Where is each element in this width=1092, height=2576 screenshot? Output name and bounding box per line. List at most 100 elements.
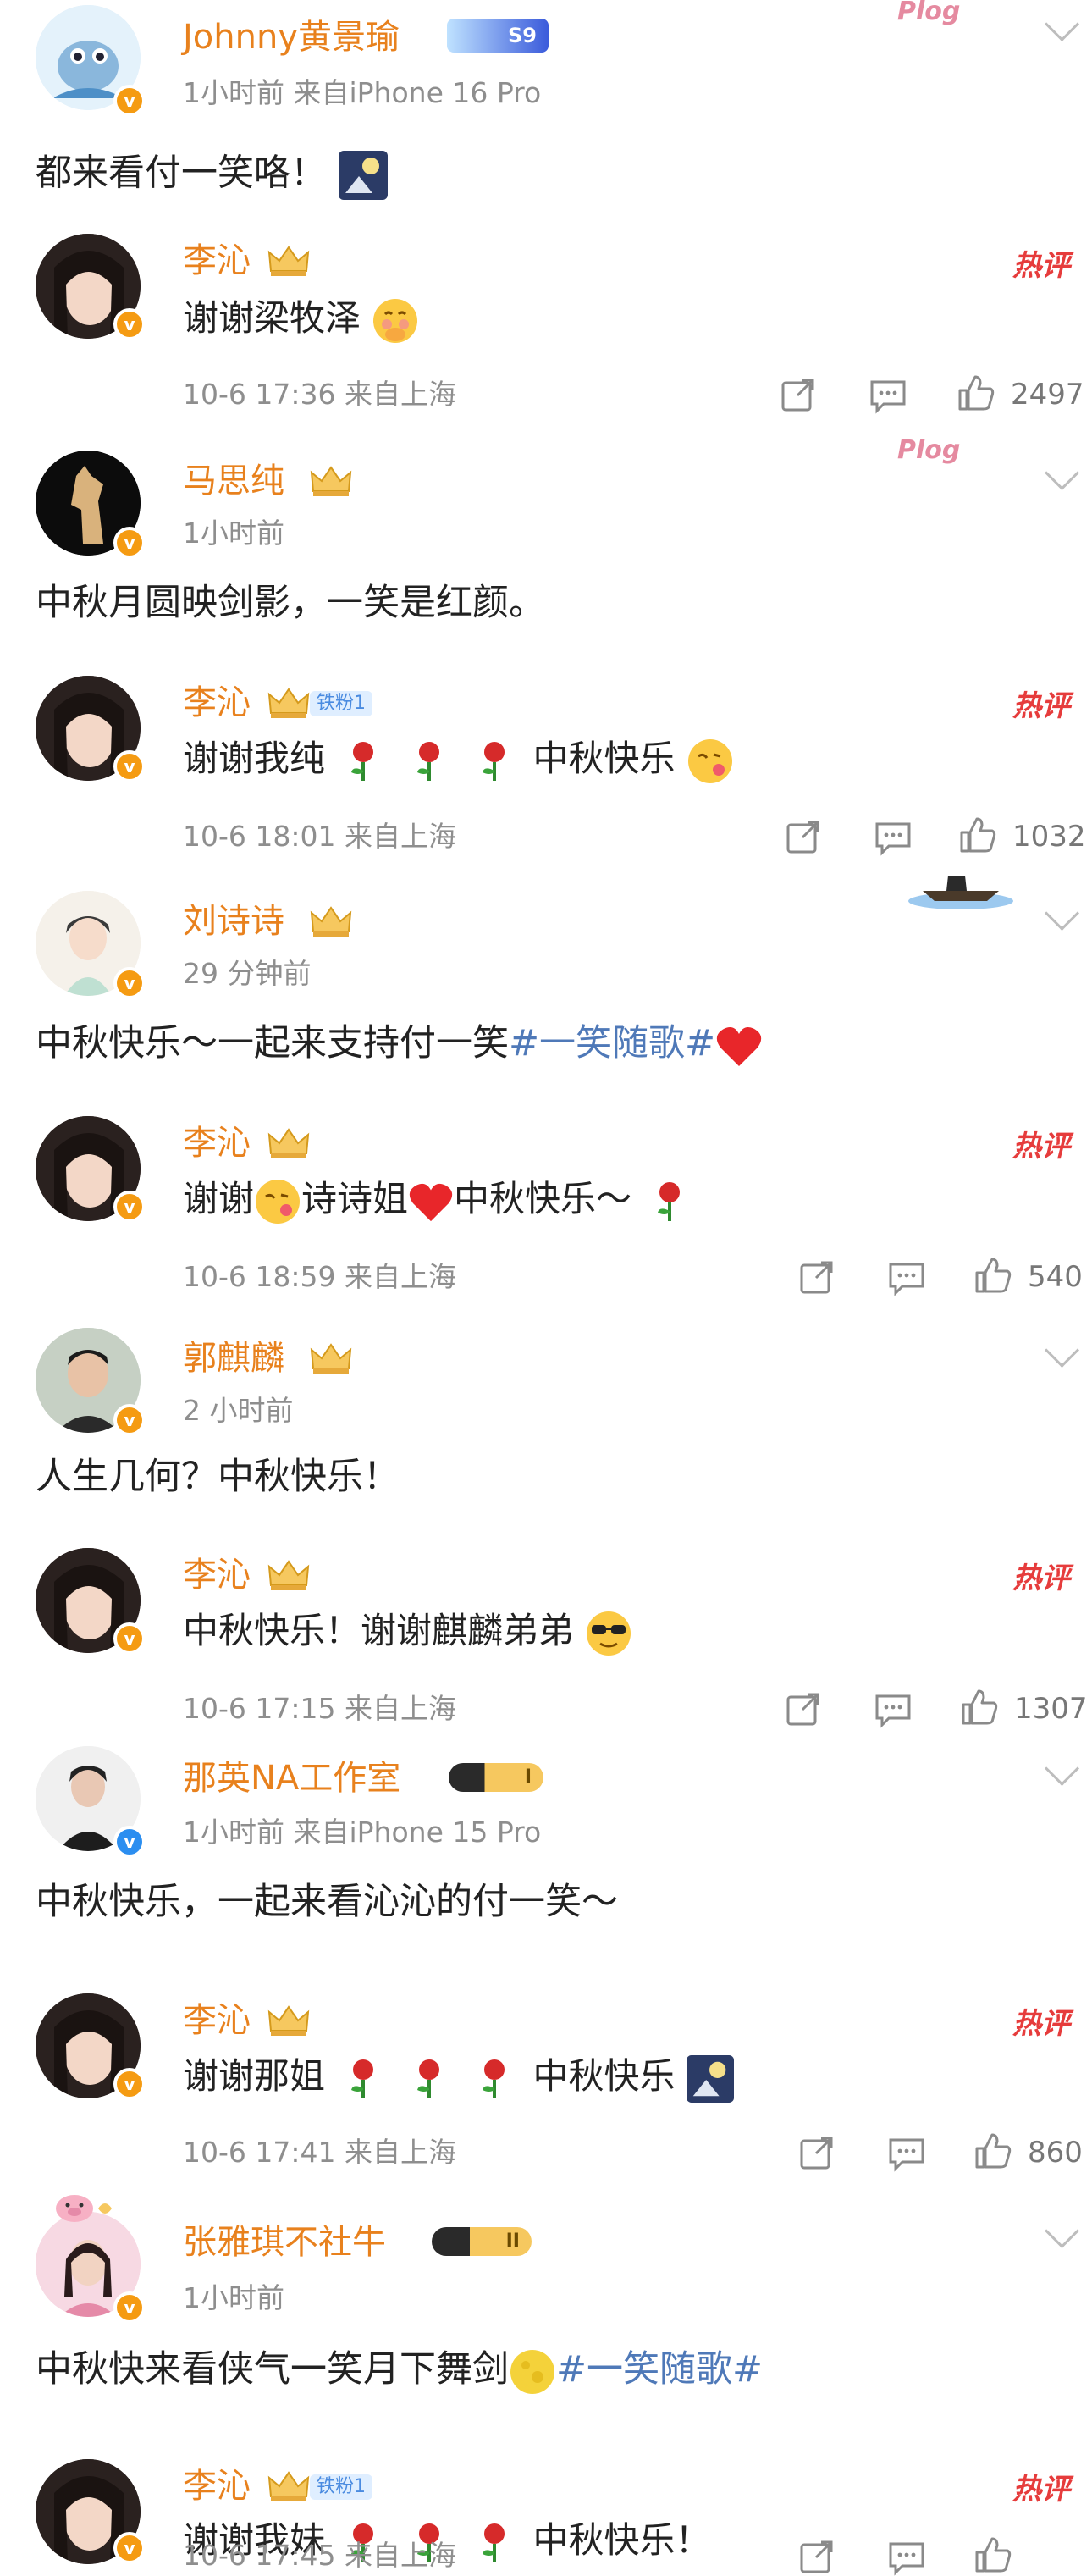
reply-meta: 10-6 17:41 来自上海 xyxy=(183,2136,456,2169)
rose-icon xyxy=(483,741,505,781)
boat-sticker-icon xyxy=(908,876,1013,909)
red-heart-icon xyxy=(716,1026,762,1066)
like-icon[interactable] xyxy=(973,2131,1012,2170)
crown-icon xyxy=(267,246,310,276)
comment-author[interactable]: Johnny黄景瑜 xyxy=(183,17,400,58)
reply-author[interactable]: 李沁 xyxy=(183,2000,251,2041)
reply-author[interactable]: 李沁 xyxy=(183,1123,251,1164)
comment-icon[interactable] xyxy=(869,375,907,414)
rose-icon xyxy=(658,1181,681,1221)
comment-text: 中秋快乐，一起来看沁沁的付一笑～ xyxy=(36,1881,618,1923)
rose-icon xyxy=(351,741,374,781)
comment-icon[interactable] xyxy=(874,1689,913,1728)
reply-meta: 10-6 18:59 来自上海 xyxy=(183,1260,456,1293)
comment-thread: v 那英NA工作室 I 1小时前 来自iPhone 15 Pro 中秋快乐，一起… xyxy=(0,1741,1092,2190)
like-count: 1032 xyxy=(1012,820,1086,854)
crown-icon xyxy=(267,2005,310,2036)
verified-icon: v xyxy=(113,1826,146,1858)
share-icon[interactable] xyxy=(797,2537,836,2576)
moon-sticker-icon xyxy=(686,2054,734,2103)
rose-icon xyxy=(483,2059,505,2098)
comment-author[interactable]: 刘诗诗 xyxy=(183,901,284,942)
verified-icon: v xyxy=(113,1622,146,1655)
comment-author[interactable]: 张雅琪不社牛 xyxy=(183,2222,386,2263)
comment-meta: 29 分钟前 xyxy=(183,957,312,990)
verified-icon: v xyxy=(113,967,146,999)
hot-comment-label: 热评 xyxy=(1012,2007,1070,2041)
hashtag-link[interactable]: #一笑随歌# xyxy=(556,2348,763,2391)
crown-icon xyxy=(310,1343,352,1374)
comment-author[interactable]: 马思纯 xyxy=(183,461,284,501)
reply-text: 谢谢梁牧泽 xyxy=(183,296,419,345)
chevron-down-icon[interactable] xyxy=(1044,895,1080,931)
comment-meta: 1小时前 来自iPhone 16 Pro xyxy=(183,76,542,109)
comment-author[interactable]: 郭麒麟 xyxy=(183,1338,284,1379)
share-icon[interactable] xyxy=(797,1258,836,1296)
comment-icon[interactable] xyxy=(887,2133,926,2172)
fan-level-badge: 铁粉1 xyxy=(310,691,372,716)
fan-level-badge: 铁粉1 xyxy=(310,2474,372,2500)
comment-meta: 1小时前 xyxy=(183,2281,284,2314)
rose-icon xyxy=(416,2059,439,2098)
verified-icon: v xyxy=(113,1404,146,1436)
sunglasses-emoji-icon xyxy=(587,1611,631,1656)
comment-icon[interactable] xyxy=(887,1258,926,1296)
share-icon[interactable] xyxy=(779,375,818,414)
comment-text: 都来看付一笑咯！ xyxy=(36,151,388,200)
crown-icon xyxy=(267,1128,310,1158)
verified-icon: v xyxy=(113,2291,146,2324)
hot-comment-label: 热评 xyxy=(1012,2473,1070,2507)
shy-face-emoji-icon xyxy=(373,298,418,343)
reply-author[interactable]: 李沁 xyxy=(183,1555,251,1595)
chevron-down-icon[interactable] xyxy=(1044,1332,1080,1368)
reply-author[interactable]: 李沁 xyxy=(183,2466,251,2507)
reply-meta: 10-6 17:45 来自上海 xyxy=(183,2539,456,2572)
verified-icon: v xyxy=(113,2532,146,2564)
reply-text: 中秋快乐！谢谢麒麟弟弟 xyxy=(183,1609,632,1657)
moon-sticker-icon xyxy=(338,151,388,200)
comment-text: 中秋月圆映剑影，一笑是红颜。 xyxy=(36,582,545,624)
chevron-down-icon[interactable] xyxy=(1044,1750,1080,1787)
comment-text: 中秋快乐～一起来支持付一笑#一笑随歌# xyxy=(36,1021,763,1068)
member-level-badge: I xyxy=(449,1763,543,1792)
plog-sticker: Plog xyxy=(897,0,961,26)
rose-icon xyxy=(416,741,439,781)
crown-icon xyxy=(267,2471,310,2501)
plog-sticker: Plog xyxy=(897,435,961,465)
crown-icon xyxy=(267,688,310,718)
reply-meta: 10-6 18:01 来自上海 xyxy=(183,820,456,853)
like-icon[interactable] xyxy=(960,1688,999,1727)
member-level-badge: II xyxy=(432,2227,532,2256)
verified-icon: v xyxy=(113,527,146,559)
hashtag-link[interactable]: #一笑随歌# xyxy=(509,1022,715,1064)
like-icon[interactable] xyxy=(957,373,995,412)
reply-author[interactable]: 李沁 xyxy=(183,683,251,723)
crown-icon xyxy=(310,466,352,496)
comment-thread: v Johnny黄景瑜 S9 1小时前 来自iPhone 16 Pro Plog… xyxy=(0,0,1092,449)
like-icon[interactable] xyxy=(973,2535,1012,2574)
verified-icon: v xyxy=(113,85,146,117)
chevron-down-icon[interactable] xyxy=(1044,2213,1080,2249)
chevron-down-icon[interactable] xyxy=(1044,455,1080,491)
like-count: 860 xyxy=(1028,2136,1083,2170)
reply-text: 谢谢 诗诗姐 中秋快乐～ xyxy=(183,1177,697,1225)
like-count: 1307 xyxy=(1014,1692,1088,1726)
reply-author[interactable]: 李沁 xyxy=(183,240,251,281)
like-icon[interactable] xyxy=(958,815,997,854)
hot-comment-label: 热评 xyxy=(1012,249,1070,283)
share-icon[interactable] xyxy=(784,817,823,856)
comment-icon[interactable] xyxy=(887,2537,926,2576)
share-icon[interactable] xyxy=(784,1689,823,1728)
verified-icon: v xyxy=(113,308,146,340)
verified-icon: v xyxy=(113,1191,146,1223)
member-badge: S9 xyxy=(447,19,549,53)
crown-icon xyxy=(267,1560,310,1590)
comment-icon[interactable] xyxy=(874,817,913,856)
share-icon[interactable] xyxy=(797,2133,836,2172)
rose-icon xyxy=(351,2059,374,2098)
like-icon[interactable] xyxy=(973,1256,1012,1295)
reply-text: 谢谢我纯 中秋快乐 xyxy=(183,737,734,785)
comment-thread: v 马思纯 1小时前 Plog 中秋月圆映剑影，一笑是红颜。 v 李沁 铁粉1 … xyxy=(0,435,1092,889)
comment-author[interactable]: 那英NA工作室 xyxy=(183,1758,400,1799)
chevron-down-icon[interactable] xyxy=(1044,6,1080,42)
